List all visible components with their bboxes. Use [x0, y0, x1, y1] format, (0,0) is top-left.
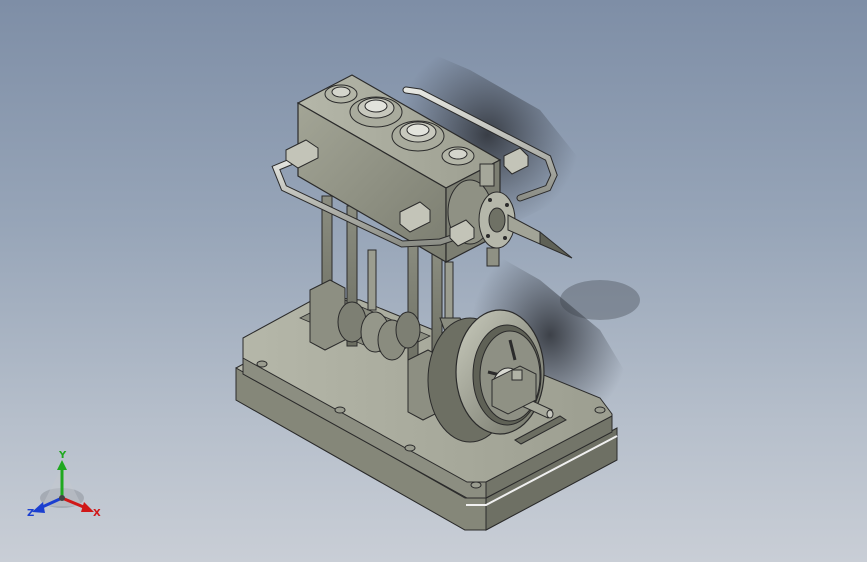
triad-icon: Y X Z — [27, 450, 101, 519]
steam-engine-3d-model[interactable] — [0, 0, 867, 562]
x-axis-label: X — [93, 508, 101, 519]
z-axis-label: Z — [27, 508, 34, 519]
coordinate-axis-triad[interactable]: Y X Z — [26, 446, 106, 526]
y-axis-label: Y — [58, 450, 67, 461]
graphics-viewport[interactable]: Y X Z — [0, 0, 867, 562]
